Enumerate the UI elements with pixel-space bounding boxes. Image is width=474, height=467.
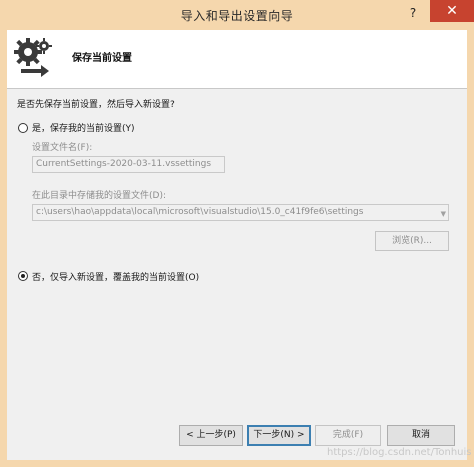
finish-button[interactable]: 完成(F) bbox=[315, 425, 381, 446]
directory-value: c:\users\hao\appdata\local\microsoft\vis… bbox=[36, 207, 364, 217]
close-button[interactable]: ✕ bbox=[430, 0, 474, 22]
save-settings-radio[interactable] bbox=[18, 123, 28, 133]
back-button[interactable]: < 上一步(P) bbox=[179, 425, 243, 446]
help-button[interactable]: ? bbox=[402, 2, 424, 24]
directory-combobox[interactable]: c:\users\hao\appdata\local\microsoft\vis… bbox=[32, 204, 449, 221]
filename-label: 设置文件名(F): bbox=[32, 143, 93, 153]
window-frame-right bbox=[467, 30, 474, 467]
directory-label: 在此目录中存储我的设置文件(D): bbox=[32, 191, 166, 201]
window-frame-left bbox=[0, 30, 7, 467]
overwrite-settings-radio[interactable] bbox=[18, 271, 28, 281]
chevron-down-icon[interactable]: ▼ bbox=[441, 209, 446, 220]
filename-field[interactable]: CurrentSettings-2020-03-11.vssettings bbox=[32, 156, 225, 173]
gear-arrow-icon bbox=[14, 38, 52, 77]
title-bar: 导入和导出设置向导 ? ✕ bbox=[0, 0, 474, 30]
overwrite-settings-radio-label[interactable]: 否，仅导入新设置，覆盖我的当前设置(O) bbox=[32, 270, 199, 283]
next-button[interactable]: 下一步(N) > bbox=[247, 425, 311, 446]
page-title: 保存当前设置 bbox=[72, 53, 132, 64]
save-settings-radio-label[interactable]: 是，保存我的当前设置(Y) bbox=[32, 121, 135, 134]
watermark-text: https://blog.csdn.net/Tonhuis bbox=[327, 447, 472, 458]
wizard-header: 保存当前设置 bbox=[7, 30, 467, 89]
window-frame-bottom bbox=[0, 460, 474, 467]
wizard-body: 保存当前设置 是否先保存当前设置，然后导入新设置? 是，保存我的当前设置(Y) … bbox=[7, 30, 472, 460]
browse-button[interactable]: 浏览(R)... bbox=[375, 231, 449, 251]
cancel-button[interactable]: 取消 bbox=[387, 425, 455, 446]
question-text: 是否先保存当前设置，然后导入新设置? bbox=[17, 100, 175, 110]
